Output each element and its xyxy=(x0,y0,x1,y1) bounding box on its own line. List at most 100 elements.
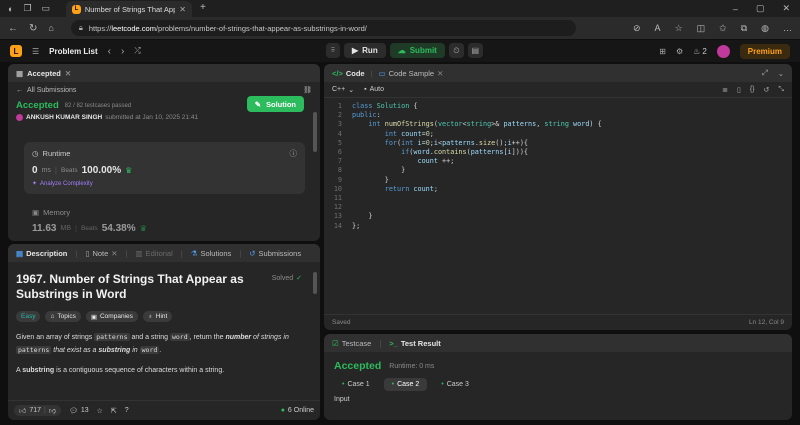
close-tab-icon[interactable]: ✕ xyxy=(437,69,443,78)
info-icon[interactable]: ⓘ xyxy=(290,148,298,159)
streak-counter[interactable]: ♨ 2 xyxy=(693,47,707,56)
profile-avatar-icon[interactable]: ◍ xyxy=(761,23,769,34)
close-tab-icon[interactable]: ✕ xyxy=(65,69,71,78)
thumbs-down-icon[interactable]: 👎︎ xyxy=(49,406,56,415)
tab-description[interactable]: ▤ Description xyxy=(16,249,67,258)
tab-code[interactable]: </> Code xyxy=(332,69,365,78)
laurel-icon: ♛ xyxy=(139,224,147,233)
case-label: Case 2 xyxy=(397,381,420,388)
code-line: for(int i=0;i<patterns.size();i++){ xyxy=(384,138,529,147)
like-button[interactable]: 👍︎ 717 | 👎︎ xyxy=(14,405,61,416)
runtime-card[interactable]: ◷ Runtime ⓘ 0 ms | Beats 100.00% ♛ ✦ Anal… xyxy=(24,142,305,194)
profile-icon[interactable]: ◐ xyxy=(8,4,13,14)
code-content[interactable]: class Solution {public: int numOfStrings… xyxy=(346,102,602,231)
tab-test-result[interactable]: >_ Test Result xyxy=(389,339,440,348)
prev-problem-icon[interactable]: ‹ xyxy=(108,46,111,57)
new-tab-icon[interactable]: + xyxy=(200,2,206,13)
close-tab-icon[interactable]: ✕ xyxy=(179,5,186,14)
format-icon[interactable]: ≣ xyxy=(722,86,728,94)
memory-section[interactable]: ▣ Memory 11.63 MB | Beats 54.38% ♛ xyxy=(32,208,302,234)
tab-editorial[interactable]: ▥ Editorial xyxy=(136,249,173,258)
case-tab-1[interactable]: • Case 1 xyxy=(334,378,378,391)
run-button[interactable]: ▶ Run xyxy=(344,43,386,58)
submit-button[interactable]: ☁ Submit xyxy=(389,43,445,58)
problem-list-link[interactable]: Problem List xyxy=(49,47,97,56)
editor-tab-bar: </> Code | ▭ Code Sample ✕ ⤢ ⌄ xyxy=(324,64,792,82)
auto-mode[interactable]: ▪ Auto xyxy=(364,86,384,93)
layout-icon[interactable]: ⊞ xyxy=(659,47,666,56)
all-submissions-link[interactable]: All Submissions xyxy=(27,87,76,94)
online-dot-icon: ● xyxy=(280,407,285,414)
tab-actions-icon[interactable]: ▭ xyxy=(42,3,51,14)
tab-submissions[interactable]: ↺ Submissions xyxy=(249,249,301,258)
scrollbar[interactable] xyxy=(313,272,317,294)
language-label: C++ xyxy=(332,86,346,93)
testcase-label: Testcase xyxy=(341,338,372,348)
next-problem-icon[interactable]: › xyxy=(121,46,124,57)
topics-tag[interactable]: ⌂ Topics xyxy=(45,311,81,322)
favorites-icon[interactable]: ✩ xyxy=(719,23,727,34)
debug-icon[interactable]: ⠿ xyxy=(326,43,340,58)
help-icon[interactable]: ? xyxy=(125,407,129,414)
premium-button[interactable]: Premium xyxy=(739,43,790,59)
case-tab-3[interactable]: • Case 3 xyxy=(433,378,477,391)
list-icon[interactable]: ☰ xyxy=(32,47,39,56)
language-select[interactable]: C++ ⌄ xyxy=(332,86,354,94)
browser-tab[interactable]: L Number of Strings That Appear as ✕ xyxy=(66,1,192,17)
timer-icon[interactable]: ⏲ xyxy=(448,43,464,58)
favorite-icon[interactable]: ☆ xyxy=(675,23,683,34)
home-icon[interactable]: ⌂ xyxy=(48,23,53,33)
notes-icon[interactable]: ▤ xyxy=(467,43,483,58)
split-screen-icon[interactable]: ◫ xyxy=(697,23,706,34)
username[interactable]: ANKUSH KUMAR SINGH xyxy=(26,114,102,121)
settings-icon[interactable]: ⚙ xyxy=(676,47,683,56)
close-tab-icon[interactable]: ✕ xyxy=(111,249,117,258)
scrollbar[interactable] xyxy=(313,112,317,152)
shuffle-icon[interactable]: ⤮ xyxy=(134,46,140,56)
minimize-icon[interactable]: – xyxy=(733,4,738,14)
reset-icon[interactable]: ↺ xyxy=(764,86,770,94)
fullscreen-icon[interactable]: ⤡ xyxy=(778,86,784,94)
difficulty-badge[interactable]: Easy xyxy=(16,311,41,322)
leetcode-logo-icon[interactable]: L xyxy=(10,45,22,57)
close-window-icon[interactable]: ✕ xyxy=(782,3,790,14)
desc-text: is a contiguous sequence of characters w… xyxy=(54,367,225,374)
workspaces-icon[interactable]: ❐ xyxy=(23,3,31,14)
accepted-tab[interactable]: ▦ Accepted ✕ xyxy=(16,69,71,78)
read-aloud-icon[interactable]: A xyxy=(655,23,661,33)
history-icon: ↺ xyxy=(249,248,256,258)
analyze-complexity-link[interactable]: ✦ Analyze Complexity xyxy=(32,180,297,188)
link-icon[interactable]: ⛓ xyxy=(303,86,312,94)
collections-icon[interactable]: ⧉ xyxy=(741,23,747,34)
tab-note[interactable]: ▯ Note ✕ xyxy=(85,249,117,258)
runtime-unit: ms xyxy=(41,167,51,174)
tab-label: Submissions xyxy=(258,248,302,258)
maximize-icon[interactable]: ▢ xyxy=(756,3,765,14)
hint-tag[interactable]: ♁ Hint xyxy=(142,311,173,322)
refresh-icon[interactable]: ↻ xyxy=(29,23,37,34)
collapse-icon[interactable]: ⌄ xyxy=(778,69,784,78)
bookmark-icon[interactable]: ▯ xyxy=(737,86,741,94)
tab-solutions[interactable]: ⚗ Solutions xyxy=(191,249,232,258)
solution-button[interactable]: ✎ Solution xyxy=(246,96,304,112)
case-tab-2[interactable]: • Case 2 xyxy=(383,378,428,391)
expand-icon[interactable]: ⤢ xyxy=(762,68,768,78)
star-icon[interactable]: ☆ xyxy=(97,407,103,415)
back-icon[interactable]: ← xyxy=(8,23,18,34)
back-arrow-icon[interactable]: ← xyxy=(16,87,23,94)
share-icon[interactable]: ⇱ xyxy=(111,407,117,415)
code-line: }; xyxy=(352,221,361,230)
more-icon[interactable]: … xyxy=(783,23,792,33)
inline-code: patterns xyxy=(94,333,130,341)
code-area[interactable]: 1 2 3 4 5 6 7 8 9 10 11 12 13 14 class S… xyxy=(324,98,792,231)
tab-code-sample[interactable]: ▭ Code Sample ✕ xyxy=(379,69,444,78)
desc-emphasis: substring xyxy=(98,347,131,354)
tab-testcase[interactable]: ☑ Testcase xyxy=(332,339,371,348)
companies-tag[interactable]: ▣ Companies xyxy=(85,311,138,322)
avatar[interactable] xyxy=(716,44,730,58)
tracking-icon[interactable]: ⊘ xyxy=(633,23,641,34)
comments-button[interactable]: 💬︎ 13 xyxy=(69,407,89,415)
url-field[interactable]: 🔒︎ https://leetcode.com/problems/number-… xyxy=(70,20,576,36)
braces-icon[interactable]: {} xyxy=(750,86,755,93)
